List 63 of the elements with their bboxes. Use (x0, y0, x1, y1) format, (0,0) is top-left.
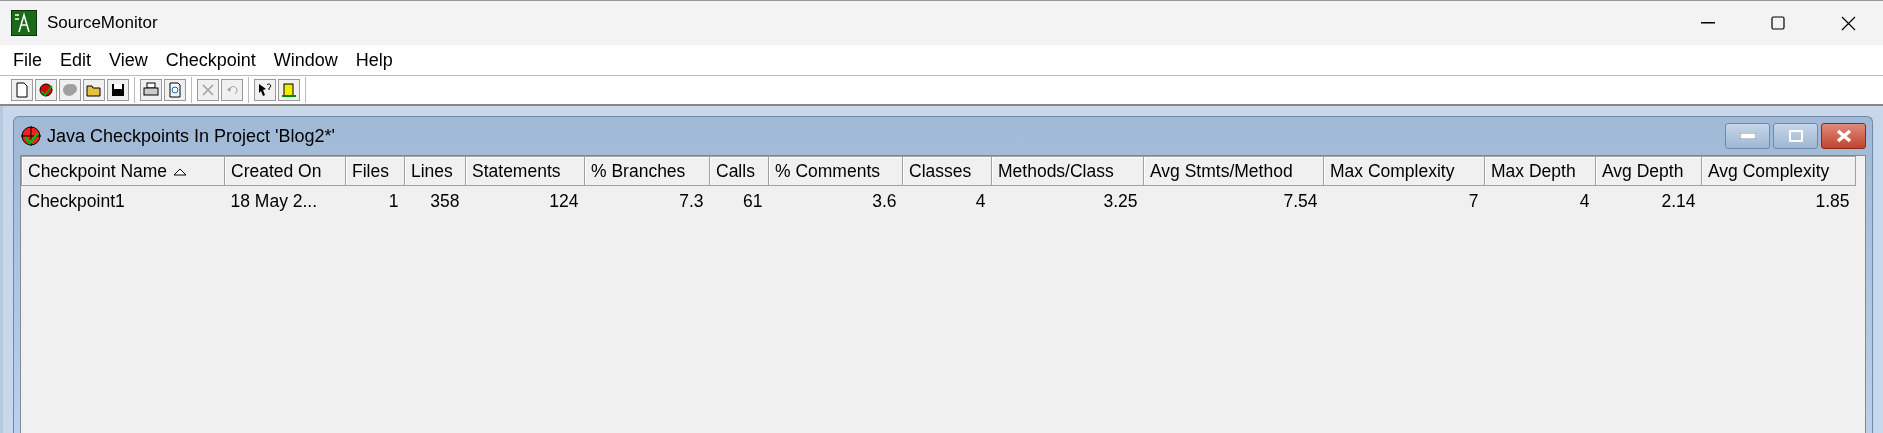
blob-icon (62, 82, 78, 98)
toolbar-button[interactable] (35, 79, 57, 101)
column-header[interactable]: Avg Complexity (1701, 156, 1856, 186)
folder-icon (86, 82, 102, 98)
cross-icon (200, 82, 216, 98)
printer-icon (143, 82, 159, 98)
close-icon (1840, 15, 1856, 31)
menu-item[interactable]: File (4, 49, 51, 71)
restore-icon (1788, 130, 1803, 142)
app-icon (11, 10, 37, 36)
menu-item[interactable]: Window (264, 49, 347, 71)
table-cell: 7 (1323, 185, 1485, 216)
table-cell: Checkpoint1 (21, 185, 225, 216)
table-cell: 358 (404, 185, 466, 216)
column-header[interactable]: Checkpoint Name (21, 156, 225, 186)
column-header[interactable]: Max Depth (1484, 156, 1596, 186)
window-title: SourceMonitor (47, 13, 159, 33)
minimize-button[interactable] (1725, 123, 1770, 149)
target-icon (20, 125, 42, 147)
menu-item[interactable]: Edit (51, 49, 101, 71)
column-header[interactable]: Max Complexity (1323, 156, 1485, 186)
toolbar-button[interactable] (140, 79, 162, 101)
toolbar-button[interactable] (254, 79, 276, 101)
minimize-icon (1739, 133, 1756, 139)
table-cell: 2.14 (1595, 185, 1702, 216)
column-header[interactable]: Methods/Class (991, 156, 1144, 186)
toolbar-button[interactable] (107, 79, 129, 101)
magnifier-page-icon (167, 82, 183, 98)
table-cell: 18 May 2... (224, 185, 346, 216)
column-header[interactable]: Avg Depth (1595, 156, 1702, 186)
column-header[interactable]: Files (345, 156, 405, 186)
table-cell: 3.6 (768, 185, 903, 216)
minimize-icon (1701, 22, 1715, 24)
table-cell: 1 (345, 185, 405, 216)
table-cell: 3.25 (991, 185, 1144, 216)
column-header[interactable]: Statements (465, 156, 585, 186)
column-header[interactable]: Classes (902, 156, 992, 186)
restore-button[interactable] (1773, 123, 1818, 149)
menu-item[interactable]: View (100, 49, 157, 71)
close-icon (1835, 129, 1852, 143)
table-cell: 1.85 (1701, 185, 1856, 216)
pointer-question-icon (257, 82, 273, 98)
child-window-title: Java Checkpoints In Project 'Blog2*' (47, 125, 337, 147)
menu-item[interactable]: Help (346, 49, 402, 71)
menu-item[interactable]: Checkpoint (156, 49, 265, 71)
table-cell: 61 (709, 185, 769, 216)
maximize-icon (1771, 16, 1785, 30)
table-cell: 4 (902, 185, 992, 216)
column-header[interactable]: Created On (224, 156, 346, 186)
table-cell: 7.3 (584, 185, 710, 216)
door-icon (281, 82, 297, 98)
blank-page-icon (14, 82, 30, 98)
close-button[interactable] (1821, 123, 1866, 149)
table-cell: 7.54 (1143, 185, 1324, 216)
sort-ascending-icon (173, 167, 188, 176)
target-icon (38, 82, 54, 98)
column-header[interactable]: Calls (709, 156, 769, 186)
column-header[interactable]: % Branches (584, 156, 710, 186)
column-header[interactable]: % Comments (768, 156, 903, 186)
column-header[interactable]: Avg Stmts/Method (1143, 156, 1324, 186)
table-cell: 124 (465, 185, 585, 216)
table-cell: 4 (1484, 185, 1596, 216)
column-header[interactable]: Lines (404, 156, 466, 186)
